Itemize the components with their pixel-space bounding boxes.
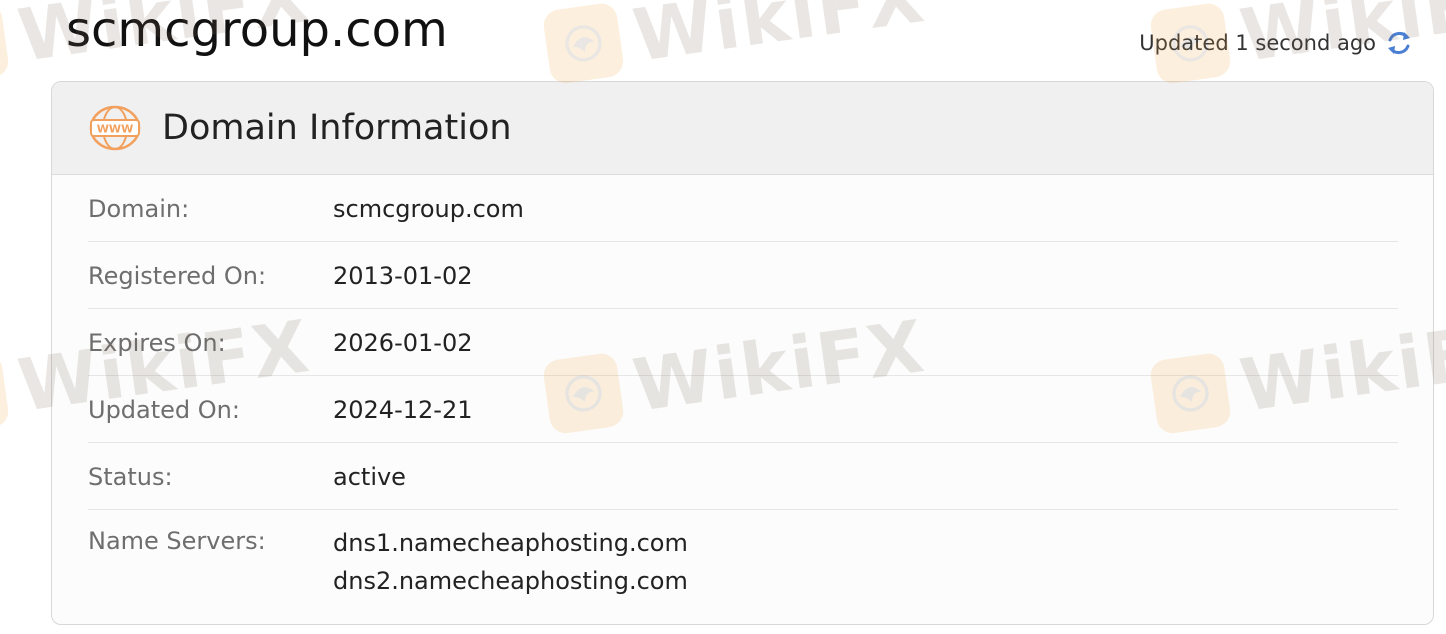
row-label: Registered On: [88,262,267,290]
info-rows: Domain: scmcgroup.com Registered On: 201… [52,175,1433,600]
info-row-expires-on: Expires On: 2026-01-02 [88,309,1398,376]
row-value-list: dns1.namecheaphosting.com dns2.namecheap… [333,510,688,600]
updated-text: Updated 1 second ago [1139,31,1376,55]
card-title: Domain Information [162,108,512,148]
watermark-text: WikiFX [628,0,931,78]
refresh-icon[interactable] [1384,28,1414,58]
www-globe-icon: WWW [88,105,142,151]
row-label: Name Servers: [88,527,266,555]
wikifx-eagle-logo-icon [541,1,626,86]
wikifx-eagle-logo-icon [0,351,11,436]
row-label: Domain: [88,195,190,223]
row-value: scmcgroup.com [333,195,524,223]
updated-status: Updated 1 second ago [1139,28,1414,58]
name-server-2: dns2.namecheaphosting.com [333,567,688,595]
page-title: scmcgroup.com [66,2,448,58]
name-server-1: dns1.namecheaphosting.com [333,529,688,557]
card-header: WWW Domain Information [52,82,1433,175]
row-label: Expires On: [88,329,226,357]
wikifx-watermark: WikiFX [541,0,930,90]
row-label: Status: [88,463,173,491]
info-row-name-servers: Name Servers: dns1.namecheaphosting.com … [88,510,1398,600]
info-row-updated-on: Updated On: 2024-12-21 [88,376,1398,443]
row-label: Updated On: [88,396,240,424]
row-value: 2013-01-02 [333,262,473,290]
svg-text:WWW: WWW [97,123,133,136]
row-value: 2024-12-21 [333,396,473,424]
info-row-status: Status: active [88,443,1398,510]
row-value: 2026-01-02 [333,329,473,357]
domain-information-card: WWW Domain Information Domain: scmcgroup… [51,81,1434,625]
row-value: active [333,463,406,491]
info-row-domain: Domain: scmcgroup.com [88,175,1398,242]
wikifx-eagle-logo-icon [0,1,11,86]
info-row-registered-on: Registered On: 2013-01-02 [88,242,1398,309]
